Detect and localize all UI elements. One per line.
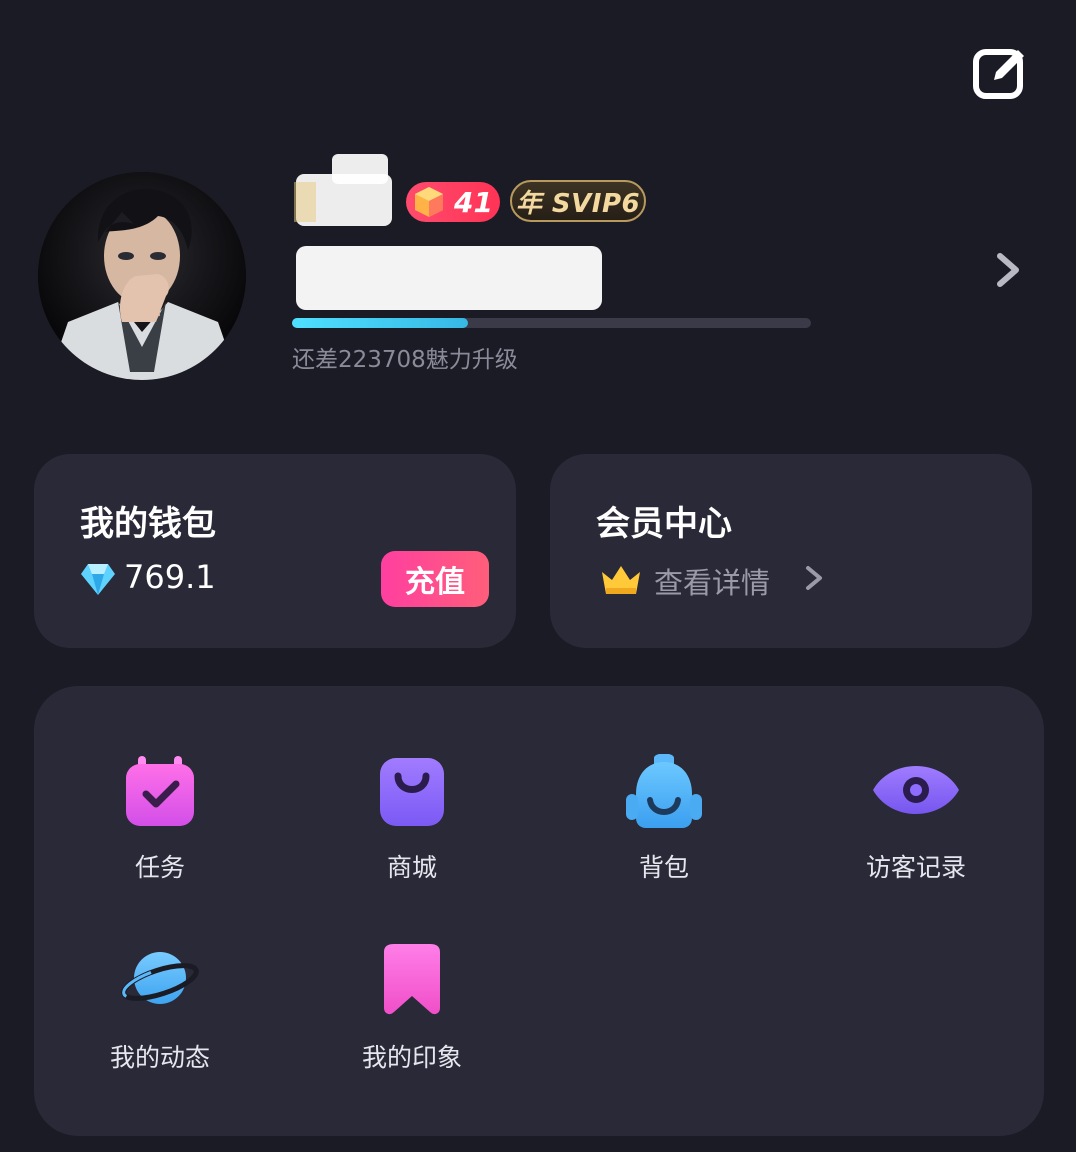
- edit-profile-button[interactable]: [972, 44, 1030, 102]
- charm-upgrade-text: 还差223708魅力升级: [292, 347, 518, 373]
- crown-icon: [602, 566, 640, 594]
- menu-item-backpack[interactable]: 背包: [574, 753, 754, 884]
- gift-box-icon: [415, 187, 443, 217]
- menu-item-label: 背包: [638, 853, 689, 882]
- menu-item-moments[interactable]: 我的动态: [70, 944, 250, 1074]
- menu-item-label: 商城: [386, 853, 437, 882]
- shopping-bag-icon: [380, 758, 444, 826]
- menu-item-visitors[interactable]: 访客记录: [826, 754, 1006, 884]
- wallet-balance: 769.1: [124, 558, 216, 596]
- level-number: 41: [454, 185, 493, 219]
- charm-progress-fill: [292, 318, 469, 328]
- eye-icon: [873, 766, 959, 814]
- menu-item-impression[interactable]: 我的印象: [322, 944, 502, 1074]
- vip-center-card[interactable]: [550, 454, 1032, 648]
- chevron-right-icon: [806, 566, 822, 590]
- planet-icon: [121, 952, 199, 1004]
- bookmark-icon: [384, 944, 440, 1015]
- menu-item-label: 我的印象: [361, 1043, 462, 1072]
- wallet-title: 我的钱包: [80, 504, 216, 544]
- svip-badge: 年 SVIP6: [510, 180, 646, 222]
- calendar-check-icon: [126, 756, 194, 826]
- diamond-icon: [81, 564, 115, 595]
- charm-progress-bar: [292, 318, 811, 328]
- avatar[interactable]: [38, 172, 246, 380]
- avatar-image: [38, 172, 246, 380]
- menu-item-store[interactable]: 商城: [322, 754, 502, 884]
- backpack-icon: [626, 753, 702, 828]
- vip-detail-link[interactable]: 查看详情: [654, 560, 770, 602]
- chevron-right-icon[interactable]: [992, 250, 1024, 290]
- menu-item-label: 任务: [134, 853, 185, 882]
- recharge-button[interactable]: 充值: [381, 551, 489, 607]
- signature-redacted: [296, 246, 602, 310]
- username-redacted: [294, 154, 392, 226]
- vip-center-title: 会员中心: [596, 504, 732, 544]
- svip-label: 年 SVIP6: [515, 188, 641, 219]
- menu-item-label: 访客记录: [865, 853, 966, 882]
- menu-item-label: 我的动态: [109, 1043, 210, 1072]
- menu-item-task[interactable]: 任务: [70, 754, 250, 884]
- edit-icon: [973, 49, 1024, 99]
- level-badge: 41: [406, 182, 500, 222]
